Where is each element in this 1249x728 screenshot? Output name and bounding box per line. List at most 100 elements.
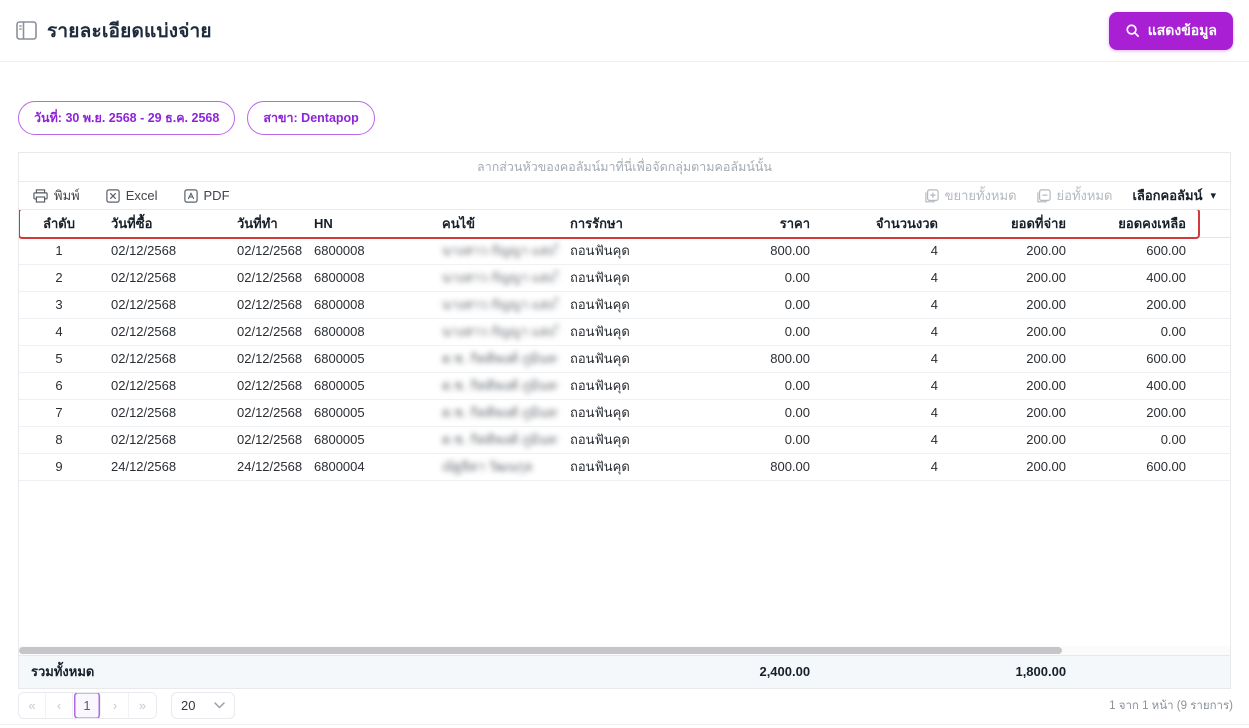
cell-remaining: 600.00 [1078, 453, 1198, 480]
cell-treatment: ถอนฟันคุด [558, 318, 692, 345]
pdf-icon [184, 189, 198, 203]
cell-blank [1198, 291, 1230, 318]
col-header-paid[interactable]: ยอดที่จ่าย [950, 210, 1078, 237]
cell-treatment: ถอนฟันคุด [558, 372, 692, 399]
cell-paid: 200.00 [950, 426, 1078, 453]
cell-installments: 4 [822, 318, 950, 345]
cell-do_date: 02/12/2568 [225, 264, 302, 291]
printer-icon [33, 189, 48, 203]
table-row[interactable]: 802/12/256802/12/25686800005ด.ช. กิตติพง… [19, 426, 1230, 453]
header-row: ลำดับ วันที่ซื้อ วันที่ทำ HN คนไข้ การรั… [19, 210, 1230, 237]
cell-price: 800.00 [692, 453, 822, 480]
grid-toolbar: พิมพ์ Excel PDF [19, 182, 1230, 210]
last-page-button[interactable]: » [129, 692, 156, 719]
cell-no: 8 [19, 426, 99, 453]
print-label: พิมพ์ [54, 185, 80, 206]
cell-hn: 6800005 [302, 399, 430, 426]
branch-filter-chip[interactable]: สาขา: Dentapop [247, 101, 374, 135]
cell-treatment: ถอนฟันคุด [558, 345, 692, 372]
prev-page-button[interactable]: ‹ [46, 692, 73, 719]
table-row[interactable]: 202/12/256802/12/25686800008นางสาว กัญญา… [19, 264, 1230, 291]
cell-treatment: ถอนฟันคุด [558, 291, 692, 318]
pagination-bar: « ‹ 1 › » 20 1 จาก 1 หน้า (9 รายการ) [18, 692, 1233, 719]
date-filter-chip[interactable]: วันที่: 30 พ.ย. 2568 - 29 ธ.ค. 2568 [18, 101, 235, 135]
cell-price: 0.00 [692, 291, 822, 318]
collapse-all-icon [1037, 189, 1051, 203]
col-header-remaining[interactable]: ยอดคงเหลือ [1078, 210, 1198, 237]
total-paid: 1,800.00 [950, 656, 1078, 688]
collapse-all-label: ย่อทั้งหมด [1057, 185, 1113, 206]
cell-installments: 4 [822, 345, 950, 372]
current-page-button[interactable]: 1 [74, 692, 101, 719]
col-header-price[interactable]: ราคา [692, 210, 822, 237]
grid-body: ลำดับ วันที่ซื้อ วันที่ทำ HN คนไข้ การรั… [19, 210, 1230, 646]
cell-installments: 4 [822, 291, 950, 318]
col-header-hn[interactable]: HN [302, 210, 430, 237]
cell-treatment: ถอนฟันคุด [558, 264, 692, 291]
col-header-installments[interactable]: จำนวนงวด [822, 210, 950, 237]
group-by-hint: ลากส่วนหัวของคอลัมน์มาที่นี่เพื่อจัดกลุ่… [477, 157, 772, 177]
col-header-treatment[interactable]: การรักษา [558, 210, 692, 237]
table-row[interactable]: 402/12/256802/12/25686800008นางสาว กัญญา… [19, 318, 1230, 345]
first-page-button[interactable]: « [19, 692, 46, 719]
cell-paid: 200.00 [950, 318, 1078, 345]
excel-label: Excel [126, 188, 158, 203]
horizontal-scrollbar[interactable] [19, 646, 1230, 655]
show-data-button[interactable]: แสดงข้อมูล [1109, 12, 1233, 50]
export-excel-button[interactable]: Excel [106, 188, 158, 203]
layout-panel-icon [16, 21, 37, 40]
col-header-index[interactable]: ลำดับ [19, 210, 99, 237]
col-header-patient[interactable]: คนไข้ [430, 210, 558, 237]
search-icon [1125, 23, 1140, 38]
total-price: 2,400.00 [692, 656, 822, 688]
cell-buy_date: 02/12/2568 [99, 372, 225, 399]
cell-buy_date: 02/12/2568 [99, 345, 225, 372]
expand-all-icon [925, 189, 939, 203]
installments-table: ลำดับ วันที่ซื้อ วันที่ทำ HN คนไข้ การรั… [19, 210, 1230, 481]
expand-all-button[interactable]: ขยายทั้งหมด [925, 185, 1017, 206]
cell-no: 4 [19, 318, 99, 345]
cell-no: 9 [19, 453, 99, 480]
cell-do_date: 02/12/2568 [225, 318, 302, 345]
cell-patient: ด.ช. กิตติพงศ์ ภูมินทร์ [430, 399, 558, 426]
cell-patient: ด.ช. กิตติพงศ์ ภูมินทร์ [430, 345, 558, 372]
cell-installments: 4 [822, 372, 950, 399]
export-pdf-button[interactable]: PDF [184, 188, 230, 203]
print-button[interactable]: พิมพ์ [33, 185, 80, 206]
total-label: รวมทั้งหมด [19, 656, 692, 688]
cell-no: 6 [19, 372, 99, 399]
cell-blank [1198, 372, 1230, 399]
cell-remaining: 200.00 [1078, 399, 1198, 426]
cell-do_date: 24/12/2568 [225, 453, 302, 480]
filter-chips: วันที่: 30 พ.ย. 2568 - 29 ธ.ค. 2568 สาขา… [0, 101, 1249, 135]
cell-price: 800.00 [692, 345, 822, 372]
col-header-buy-date[interactable]: วันที่ซื้อ [99, 210, 225, 237]
cell-remaining: 600.00 [1078, 237, 1198, 264]
collapse-all-button[interactable]: ย่อทั้งหมด [1037, 185, 1113, 206]
cell-no: 7 [19, 399, 99, 426]
page-size-select[interactable]: 20 [171, 692, 235, 719]
page-title: รายละเอียดแบ่งจ่าย [47, 16, 212, 46]
table-row[interactable]: 702/12/256802/12/25686800005ด.ช. กิตติพง… [19, 399, 1230, 426]
horizontal-scrollbar-thumb[interactable] [19, 647, 1062, 654]
page-size-value: 20 [181, 698, 195, 713]
col-header-do-date[interactable]: วันที่ทำ [225, 210, 302, 237]
table-row[interactable]: 502/12/256802/12/25686800005ด.ช. กิตติพง… [19, 345, 1230, 372]
group-by-drop-zone[interactable]: ลากส่วนหัวของคอลัมน์มาที่นี่เพื่อจัดกลุ่… [19, 153, 1230, 182]
cell-blank [1198, 264, 1230, 291]
cell-hn: 6800008 [302, 291, 430, 318]
cell-paid: 200.00 [950, 453, 1078, 480]
cell-no: 2 [19, 264, 99, 291]
cell-do_date: 02/12/2568 [225, 399, 302, 426]
expand-all-label: ขยายทั้งหมด [945, 185, 1017, 206]
table-row[interactable]: 302/12/256802/12/25686800008นางสาว กัญญา… [19, 291, 1230, 318]
cell-do_date: 02/12/2568 [225, 291, 302, 318]
next-page-button[interactable]: › [102, 692, 129, 719]
table-row[interactable]: 924/12/256824/12/25686800004ณัฐธิดา วัฒน… [19, 453, 1230, 480]
table-row[interactable]: 102/12/256802/12/25686800008นางสาว กัญญา… [19, 237, 1230, 264]
choose-columns-button[interactable]: เลือกคอลัมน์ ▾ [1132, 185, 1216, 206]
table-row[interactable]: 602/12/256802/12/25686800005ด.ช. กิตติพง… [19, 372, 1230, 399]
pager-summary: 1 จาก 1 หน้า (9 รายการ) [1109, 697, 1233, 715]
cell-no: 5 [19, 345, 99, 372]
cell-patient: นางสาว กัญญา แสงใส [430, 291, 558, 318]
